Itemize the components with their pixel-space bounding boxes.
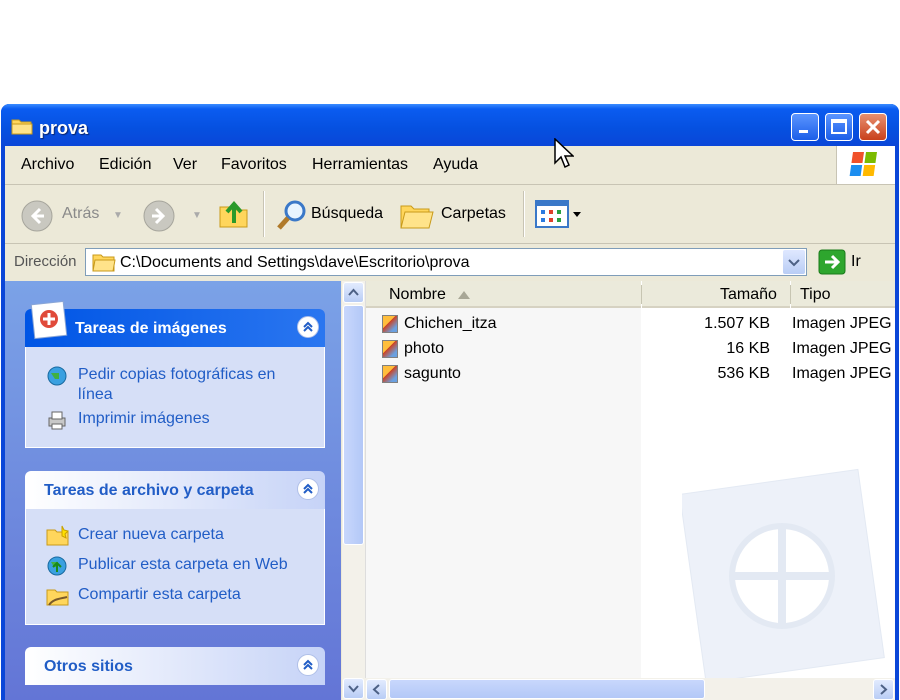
- image-tasks-header[interactable]: Tareas de imágenes: [25, 300, 325, 347]
- address-input[interactable]: C:\Documents and Settings\dave\Escritori…: [85, 248, 807, 276]
- column-name-label: Nombre: [389, 286, 446, 303]
- image-tasks-body: Pedir copias fotográficas en línea Impri…: [25, 347, 325, 448]
- publish-web-label: Publicar esta carpeta en Web: [78, 556, 288, 573]
- mouse-cursor-icon: [554, 138, 574, 169]
- folder-icon: [92, 252, 116, 276]
- image-tasks-title: Tareas de imágenes: [75, 320, 227, 337]
- file-type: Imagen JPEG: [792, 365, 892, 382]
- column-type-label: Tipo: [800, 286, 831, 303]
- menu-edicion[interactable]: Edición: [99, 156, 151, 174]
- address-label: Dirección: [14, 253, 77, 270]
- horizontal-scrollbar[interactable]: [365, 678, 895, 700]
- menu-favoritos[interactable]: Favoritos: [221, 156, 287, 174]
- folder-up-icon[interactable]: [217, 197, 251, 235]
- file-tasks-panel: Tareas de archivo y carpeta Crear nueva …: [25, 471, 325, 625]
- file-tasks-body: Crear nueva carpeta Publicar esta carpet…: [25, 509, 325, 625]
- menu-bar: Archivo Edición Ver Favoritos Herramient…: [5, 146, 895, 185]
- folder-icon: [11, 117, 33, 139]
- forward-arrow-icon[interactable]: [143, 200, 175, 236]
- file-row-sagunto[interactable]: sagunto 536 KB Imagen JPEG: [382, 363, 895, 387]
- vertical-scroll-thumb[interactable]: [343, 305, 364, 545]
- back-button[interactable]: Atrás: [62, 205, 99, 223]
- column-header-type[interactable]: Tipo: [791, 281, 895, 308]
- collapse-chevron-icon[interactable]: [297, 478, 319, 500]
- column-header-size[interactable]: Tamaño: [642, 281, 790, 308]
- search-button[interactable]: Búsqueda: [311, 205, 383, 223]
- image-tasks-panel: Tareas de imágenes Pedir copias fotográf…: [25, 300, 325, 448]
- printer-icon: [48, 411, 66, 430]
- scroll-left-icon[interactable]: [366, 679, 387, 700]
- close-button[interactable]: [859, 113, 887, 141]
- go-button[interactable]: Ir: [851, 253, 861, 271]
- address-dropdown-icon[interactable]: [783, 250, 805, 274]
- other-places-panel: Otros sitios: [25, 647, 325, 685]
- address-bar: Dirección C:\Documents and Settings\dave…: [5, 244, 895, 280]
- column-size-label: Tamaño: [720, 286, 777, 303]
- other-places-header[interactable]: Otros sitios: [25, 647, 325, 685]
- jpeg-file-icon: [382, 315, 398, 333]
- scroll-right-icon[interactable]: [873, 679, 894, 700]
- file-list-view: Nombre Tamaño Tipo Chichen_itza 1.507 KB…: [342, 281, 895, 700]
- back-arrow-icon[interactable]: [21, 200, 53, 236]
- back-dropdown-icon[interactable]: ▼: [113, 210, 123, 221]
- forward-dropdown-icon[interactable]: ▼: [192, 210, 202, 221]
- vertical-scrollbar[interactable]: [342, 281, 366, 700]
- address-value: C:\Documents and Settings\dave\Escritori…: [120, 254, 470, 271]
- file-name: Chichen_itza: [404, 315, 497, 332]
- image-tasks-icon: [29, 297, 69, 345]
- window-title: prova: [39, 118, 89, 138]
- explorer-window: prova Archivo Edición Ver Favoritos Herr…: [1, 104, 899, 700]
- folders-icon[interactable]: [399, 198, 435, 236]
- order-prints-label: Pedir copias fotográficas en línea: [78, 366, 276, 403]
- folders-button[interactable]: Carpetas: [441, 205, 506, 223]
- menu-ver[interactable]: Ver: [173, 156, 197, 174]
- go-arrow-icon[interactable]: [818, 249, 846, 279]
- jpeg-file-icon: [382, 365, 398, 383]
- task-pane: Tareas de imágenes Pedir copias fotográf…: [5, 281, 341, 700]
- toolbar-separator: [263, 191, 265, 237]
- collapse-chevron-icon[interactable]: [297, 316, 319, 338]
- share-folder-label: Compartir esta carpeta: [78, 586, 241, 603]
- maximize-button[interactable]: [825, 113, 853, 141]
- search-icon[interactable]: [275, 198, 309, 236]
- file-name: photo: [404, 340, 445, 357]
- file-name: sagunto: [404, 365, 461, 382]
- new-folder-label: Crear nueva carpeta: [78, 526, 224, 543]
- file-type: Imagen JPEG: [792, 315, 892, 332]
- file-size: 16 KB: [726, 340, 770, 357]
- globe-icon: [47, 366, 67, 386]
- windows-logo-icon: [836, 146, 895, 184]
- file-tasks-title: Tareas de archivo y carpeta: [44, 482, 254, 499]
- other-places-title: Otros sitios: [44, 658, 133, 675]
- file-size: 1.507 KB: [704, 315, 770, 332]
- collapse-chevron-icon[interactable]: [297, 654, 319, 676]
- sort-ascending-icon: [458, 291, 470, 299]
- publish-globe-icon: [47, 556, 67, 576]
- minimize-button[interactable]: [791, 113, 819, 141]
- column-header-name[interactable]: Nombre: [365, 281, 641, 308]
- scroll-down-icon[interactable]: [343, 678, 364, 699]
- file-row-photo[interactable]: photo 16 KB Imagen JPEG: [382, 338, 895, 362]
- views-icon[interactable]: [535, 200, 583, 234]
- toolbar-separator: [523, 191, 525, 237]
- file-size: 536 KB: [717, 365, 770, 382]
- file-row-chichen-itza[interactable]: Chichen_itza 1.507 KB Imagen JPEG: [382, 313, 895, 337]
- menu-archivo[interactable]: Archivo: [21, 156, 74, 174]
- jpeg-file-icon: [382, 340, 398, 358]
- file-tasks-header[interactable]: Tareas de archivo y carpeta: [25, 471, 325, 509]
- file-type: Imagen JPEG: [792, 340, 892, 357]
- menu-ayuda[interactable]: Ayuda: [433, 156, 478, 174]
- share-folder-icon: [46, 589, 69, 606]
- title-bar[interactable]: prova: [1, 104, 899, 146]
- scroll-up-icon[interactable]: [343, 282, 364, 303]
- new-folder-icon: [46, 525, 69, 546]
- toolbar: Atrás ▼ ▼ Búsqueda Carpetas: [5, 185, 895, 244]
- menu-herramientas[interactable]: Herramientas: [312, 156, 408, 174]
- pictures-watermark-icon: [682, 468, 885, 681]
- horizontal-scroll-thumb[interactable]: [389, 679, 705, 699]
- print-images-label: Imprimir imágenes: [78, 410, 210, 427]
